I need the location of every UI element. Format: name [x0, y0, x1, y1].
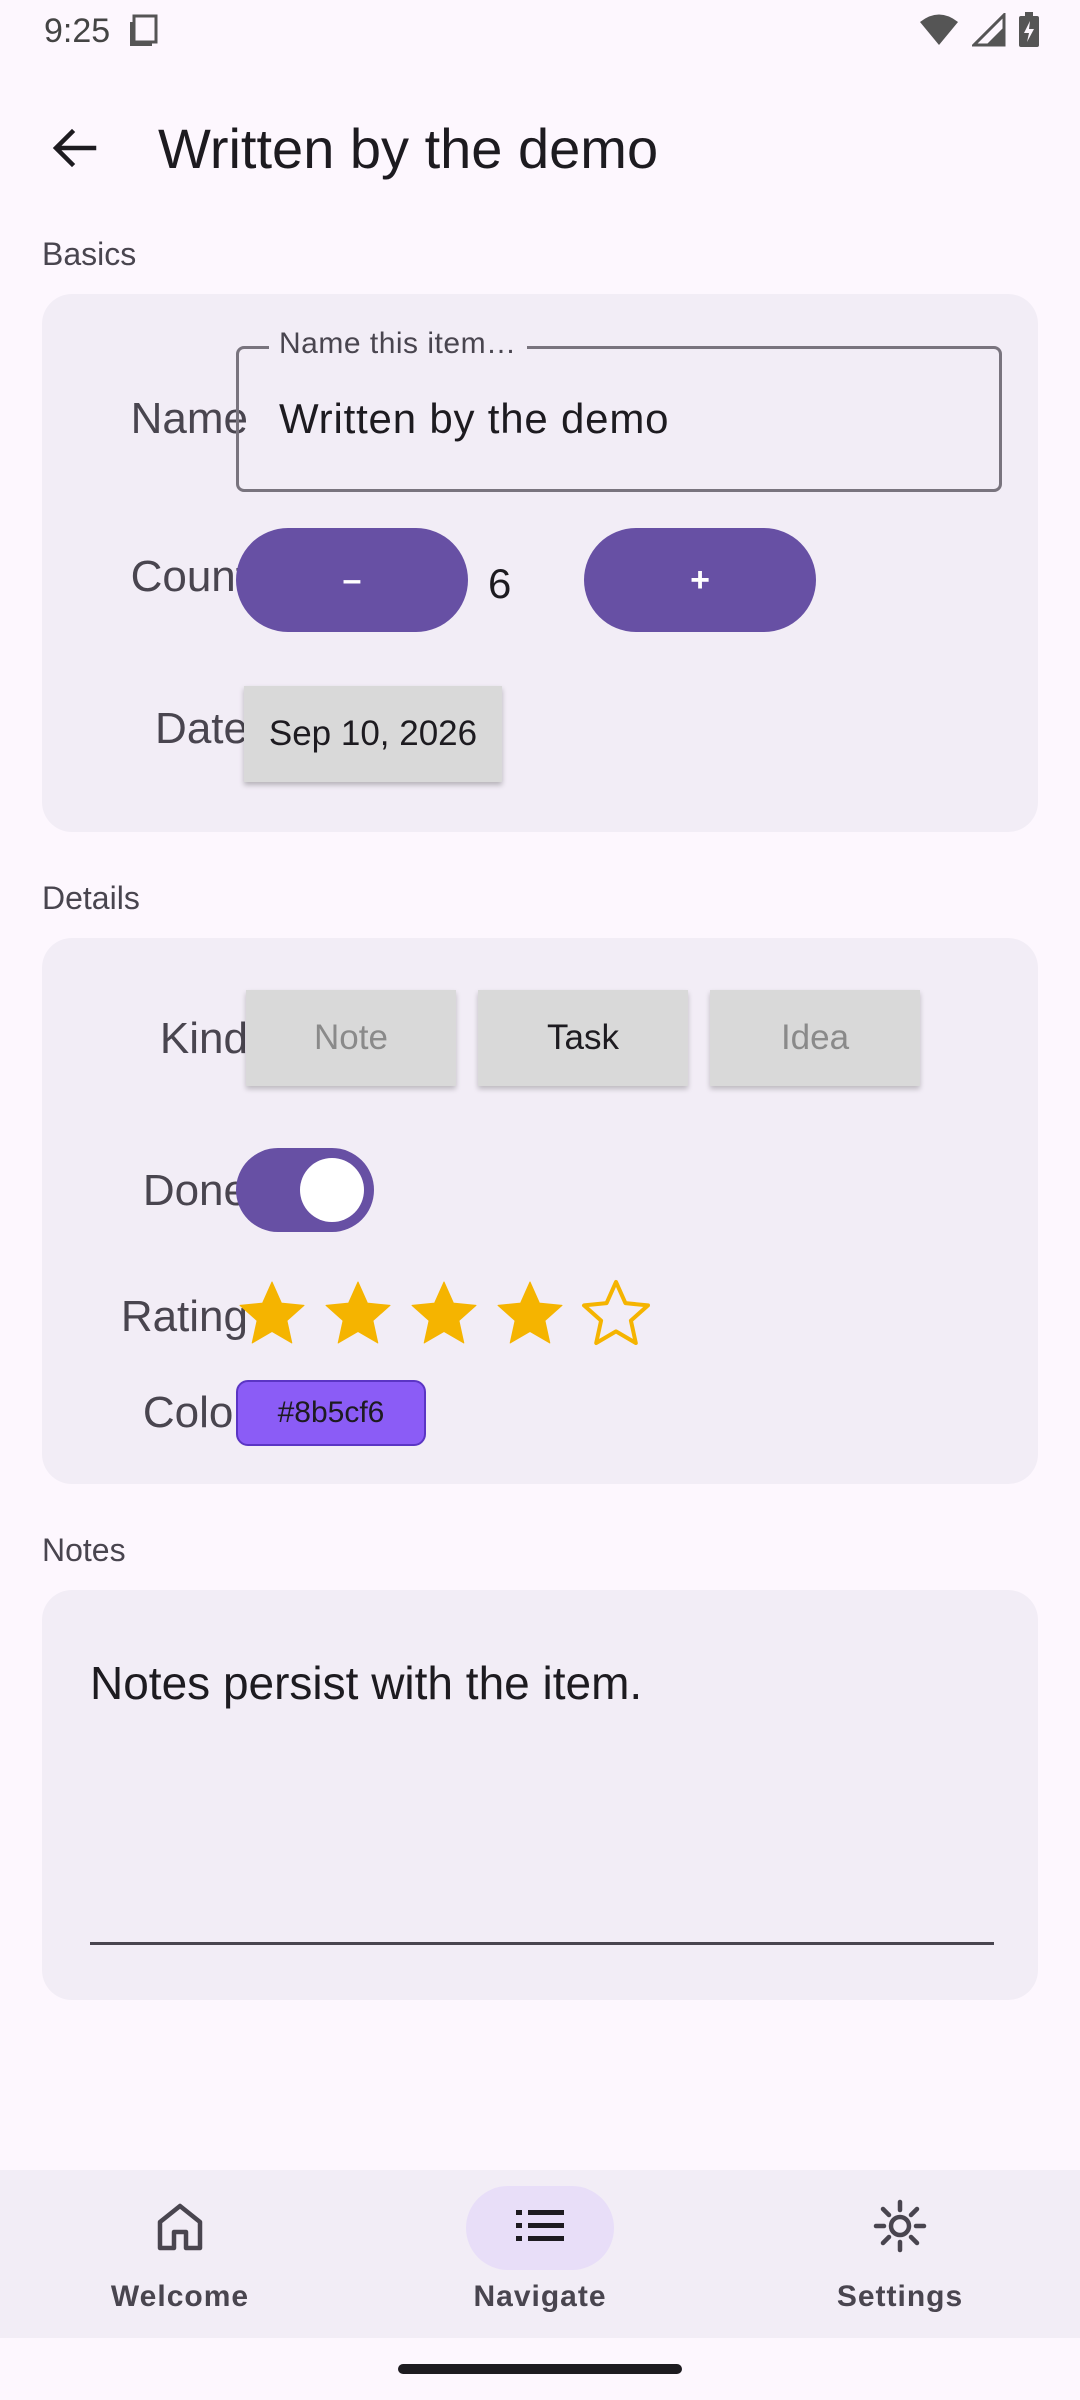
- status-time: 9:25: [44, 12, 111, 50]
- name-field-value[interactable]: Written by the demo: [279, 395, 669, 443]
- notes-underline: [90, 1942, 994, 1945]
- count-value: 6: [488, 560, 512, 607]
- wifi-icon: [918, 13, 960, 52]
- back-button[interactable]: [40, 116, 108, 184]
- date-picker-button[interactable]: Sep 10, 2026: [244, 686, 502, 782]
- rating-label: Rating: [120, 1292, 248, 1341]
- name-field-label: Name this item…: [269, 327, 527, 361]
- details-card: Kind Note Task Idea Done Rating Color #8…: [42, 938, 1038, 1484]
- basics-section-label: Basics: [42, 236, 137, 272]
- color-label: Color: [142, 1388, 248, 1437]
- name-label: Name: [130, 394, 248, 443]
- color-swatch-button[interactable]: #8b5cf6: [236, 1380, 426, 1446]
- nav-label-settings: Settings: [836, 2280, 964, 2313]
- notes-section-label: Notes: [42, 1532, 126, 1568]
- details-section-label: Details: [42, 880, 140, 916]
- settings-icon: [872, 2198, 928, 2259]
- star-filled-icon[interactable]: [494, 1278, 566, 1350]
- increment-button[interactable]: +: [584, 528, 816, 632]
- page-title: Written by the demo: [158, 117, 659, 180]
- notes-card: Notes persist with the item.: [42, 1590, 1038, 2000]
- sim-card-icon: [128, 14, 160, 48]
- kind-option-task[interactable]: Task: [478, 990, 688, 1086]
- star-filled-icon[interactable]: [236, 1278, 308, 1350]
- nav-label-navigate: Navigate: [473, 2280, 607, 2313]
- kind-label: Kind: [159, 1014, 248, 1063]
- arrow-back-icon: [50, 124, 98, 177]
- date-label: Date: [155, 704, 248, 753]
- rating-stars[interactable]: [236, 1278, 652, 1350]
- battery-icon: [1018, 12, 1040, 53]
- star-outline-icon[interactable]: [580, 1278, 652, 1350]
- nav-icon-container-active: [466, 2186, 614, 2270]
- gesture-handle: [398, 2364, 682, 2374]
- nav-item-settings[interactable]: Settings: [720, 2170, 1080, 2338]
- signal-icon: [970, 11, 1006, 52]
- done-label: Done: [142, 1166, 248, 1215]
- bottom-navigation: Welcome Navigate Settings: [0, 2170, 1080, 2338]
- count-label: Count: [130, 552, 248, 601]
- switch-thumb: [300, 1158, 364, 1222]
- star-filled-icon[interactable]: [322, 1278, 394, 1350]
- home-icon: [152, 2198, 208, 2259]
- star-filled-icon[interactable]: [408, 1278, 480, 1350]
- name-field[interactable]: Name this item… Written by the demo: [236, 327, 1002, 492]
- nav-label-welcome: Welcome: [110, 2280, 250, 2313]
- nav-icon-container: [106, 2186, 254, 2270]
- nav-icon-container: [826, 2186, 974, 2270]
- done-switch[interactable]: [236, 1148, 374, 1232]
- decrement-button[interactable]: –: [236, 528, 468, 632]
- status-bar: 9:25: [0, 0, 1080, 64]
- nav-item-welcome[interactable]: Welcome: [0, 2170, 360, 2338]
- kind-option-idea[interactable]: Idea: [710, 990, 920, 1086]
- list-icon: [512, 2198, 568, 2259]
- kind-option-note[interactable]: Note: [246, 990, 456, 1086]
- nav-item-navigate[interactable]: Navigate: [360, 2170, 720, 2338]
- top-app-bar: Written by the demo: [0, 90, 1080, 206]
- basics-card: Name Name this item… Written by the demo…: [42, 294, 1038, 832]
- notes-input[interactable]: Notes persist with the item.: [90, 1656, 642, 1710]
